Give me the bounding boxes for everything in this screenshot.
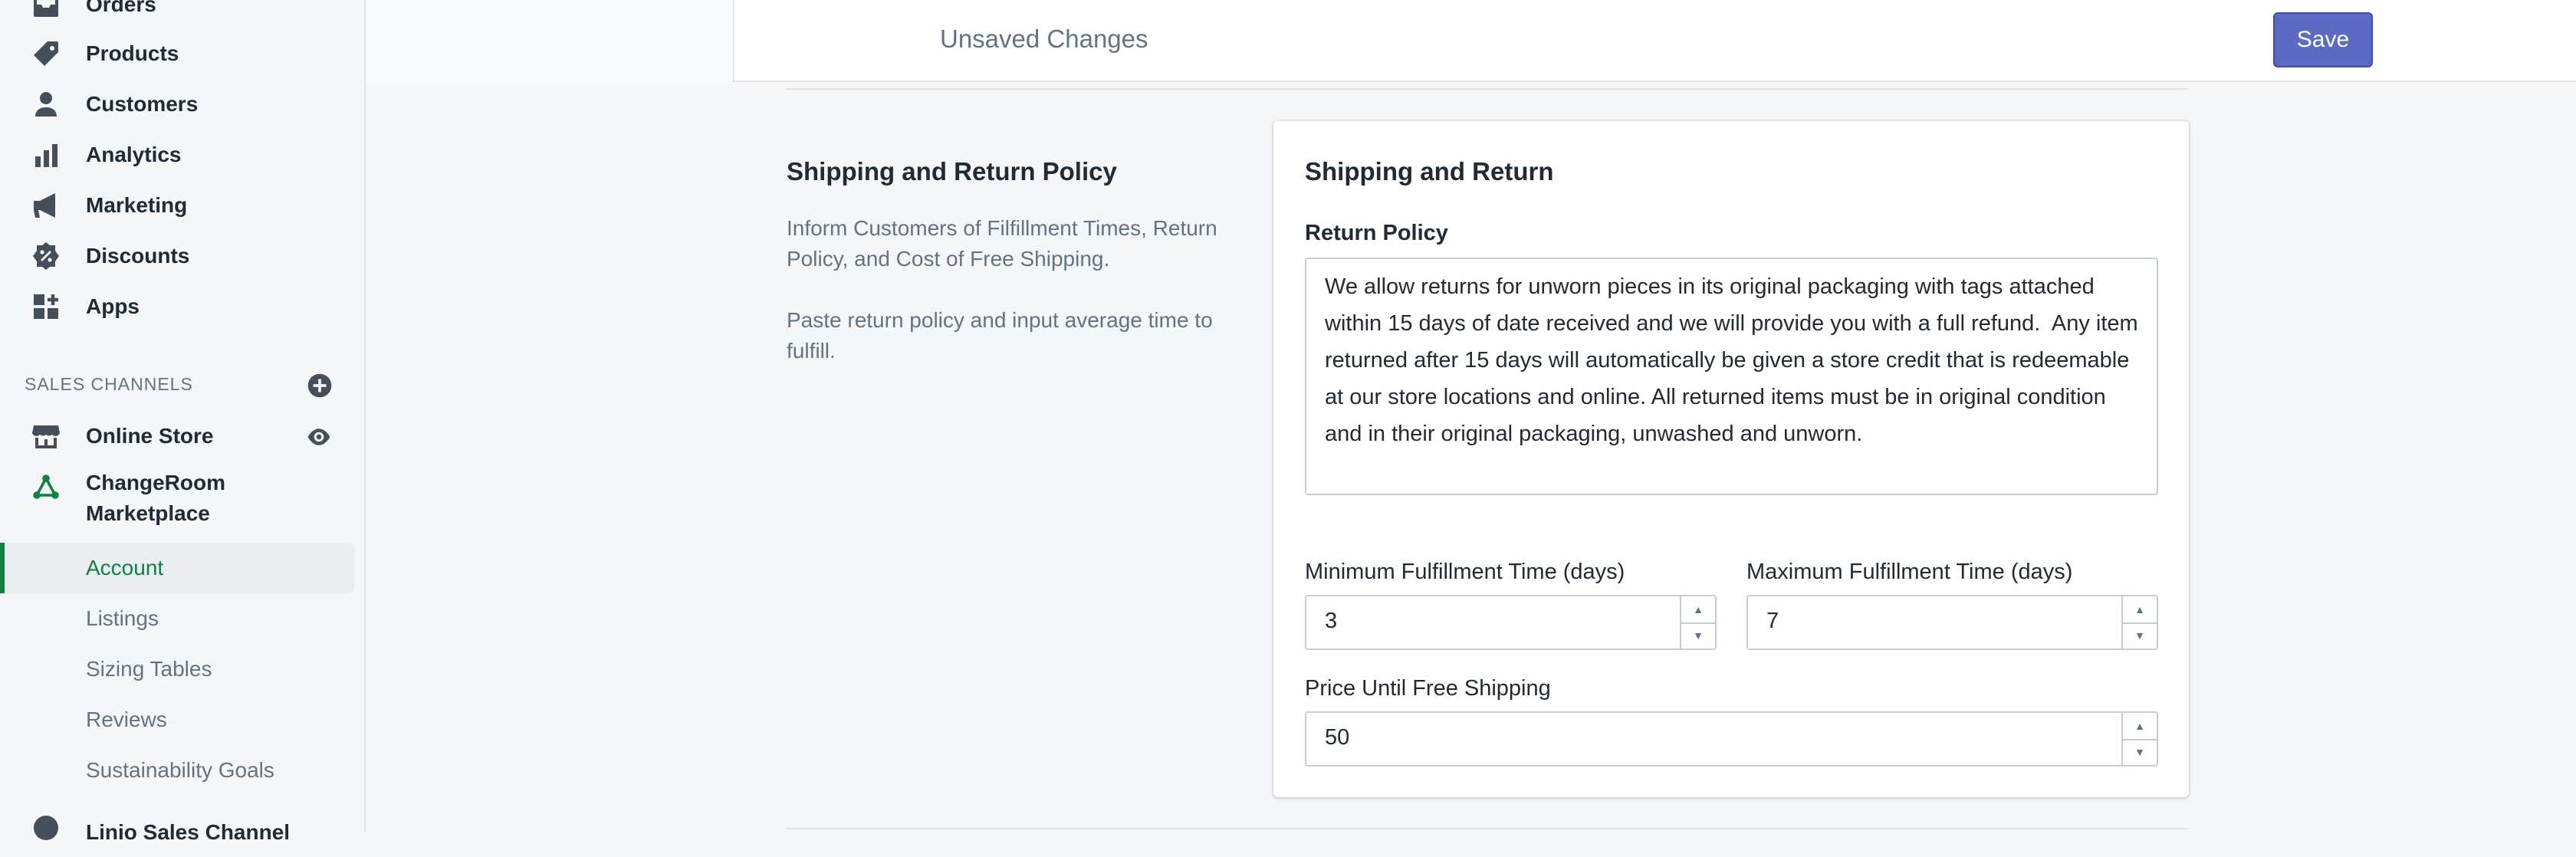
active-indicator bbox=[0, 543, 5, 593]
sidebar-subitem-label: Sizing Tables bbox=[86, 657, 212, 681]
orders-icon bbox=[29, 0, 63, 21]
sidebar-item-label: Customers bbox=[86, 92, 199, 116]
min-fulfillment-value: 3 bbox=[1325, 609, 1338, 633]
increment-icon[interactable]: ▲ bbox=[2123, 713, 2157, 740]
sidebar-item-customers[interactable]: Customers bbox=[0, 79, 354, 130]
sidebar-subitem-label: Reviews bbox=[86, 708, 167, 731]
sidebar-item-label: Apps bbox=[86, 294, 140, 318]
channel-icon bbox=[29, 811, 63, 845]
sidebar-item-linio-sales-channel[interactable]: Linio Sales Channel bbox=[0, 806, 354, 857]
sidebar-item-label: Marketplace bbox=[86, 501, 210, 525]
decrement-icon[interactable]: ▼ bbox=[2123, 739, 2157, 765]
sidebar-item-discounts[interactable]: Discounts bbox=[0, 231, 354, 281]
decrement-icon[interactable]: ▼ bbox=[1681, 622, 1715, 648]
number-stepper: ▲ ▼ bbox=[2121, 596, 2157, 648]
network-nodes-icon bbox=[29, 471, 63, 504]
sidebar-item-analytics[interactable]: Analytics bbox=[0, 130, 354, 180]
person-icon bbox=[29, 87, 63, 121]
sidebar-subitem-label: Sustainability Goals bbox=[86, 758, 274, 782]
number-stepper: ▲ ▼ bbox=[2121, 713, 2157, 765]
sidebar-item-label: Products bbox=[86, 41, 179, 65]
megaphone-icon bbox=[29, 189, 63, 222]
shipping-return-card: Shipping and Return Return Policy We all… bbox=[1273, 121, 2189, 797]
sidebar-item-marketing[interactable]: Marketing bbox=[0, 180, 354, 231]
decrement-icon[interactable]: ▼ bbox=[2123, 622, 2157, 648]
return-policy-label: Return Policy bbox=[1305, 221, 1448, 245]
sidebar: Orders Products Customers Analytics Mark… bbox=[0, 0, 366, 844]
description-paragraph: Inform Customers of Filfillment Times, R… bbox=[787, 216, 1217, 271]
sidebar-subitem-reviews[interactable]: Reviews bbox=[0, 694, 354, 745]
description-paragraph: Paste return policy and input average ti… bbox=[787, 308, 1213, 363]
sales-channels-heading: SALES CHANNELS bbox=[25, 374, 193, 394]
store-icon bbox=[29, 419, 63, 453]
sidebar-subitem-sustainability-goals[interactable]: Sustainability Goals bbox=[0, 745, 354, 796]
eye-icon[interactable] bbox=[305, 423, 333, 451]
sidebar-subitem-sizing-tables[interactable]: Sizing Tables bbox=[0, 644, 354, 694]
increment-icon[interactable]: ▲ bbox=[2123, 596, 2157, 624]
contextual-save-bar: Unsaved Changes Save bbox=[366, 0, 2576, 82]
sidebar-item-orders[interactable]: Orders bbox=[0, 0, 354, 30]
section-description: Inform Customers of Filfillment Times, R… bbox=[787, 213, 1224, 397]
increment-icon[interactable]: ▲ bbox=[1681, 596, 1715, 624]
sidebar-subitem-account[interactable]: Account bbox=[0, 543, 354, 593]
min-fulfillment-input[interactable]: 3 ▲ ▼ bbox=[1305, 595, 1717, 650]
add-channel-icon[interactable] bbox=[307, 373, 333, 399]
price-free-shipping-label: Price Until Free Shipping bbox=[1305, 676, 1551, 701]
unsaved-changes-label: Unsaved Changes bbox=[940, 25, 1148, 53]
sidebar-item-apps[interactable]: Apps bbox=[0, 281, 354, 332]
sidebar-item-label: ChangeRoom bbox=[86, 471, 225, 494]
number-stepper: ▲ ▼ bbox=[1680, 596, 1715, 648]
sidebar-subitem-listings[interactable]: Listings bbox=[0, 593, 354, 644]
bar-chart-icon bbox=[29, 138, 63, 172]
sidebar-item-online-store[interactable]: Online Store bbox=[0, 411, 354, 461]
discount-badge-icon bbox=[29, 239, 63, 273]
sidebar-item-label: Orders bbox=[86, 0, 156, 16]
sidebar-item-label: Marketing bbox=[86, 193, 188, 217]
topbar-logo-area bbox=[366, 0, 734, 82]
return-policy-textarea[interactable]: We allow returns for unworn pieces in it… bbox=[1305, 258, 2158, 495]
price-free-shipping-input[interactable]: 50 ▲ ▼ bbox=[1305, 711, 2158, 767]
apps-grid-icon bbox=[29, 290, 63, 323]
section-title: Shipping and Return Policy bbox=[787, 157, 1117, 186]
min-fulfillment-label: Minimum Fulfillment Time (days) bbox=[1305, 560, 1625, 584]
section-divider bbox=[786, 88, 2189, 90]
price-free-shipping-value: 50 bbox=[1325, 725, 1350, 750]
sidebar-item-label: Online Store bbox=[86, 424, 214, 448]
sidebar-item-label: Linio Sales Channel bbox=[86, 820, 291, 844]
tag-icon bbox=[29, 37, 63, 71]
max-fulfillment-label: Maximum Fulfillment Time (days) bbox=[1746, 560, 2073, 584]
save-button[interactable]: Save bbox=[2273, 12, 2373, 67]
sidebar-item-label: Analytics bbox=[86, 143, 182, 166]
card-title: Shipping and Return bbox=[1305, 157, 1554, 186]
sidebar-item-changeroom-marketplace[interactable]: ChangeRoom Marketplace bbox=[0, 468, 354, 529]
max-fulfillment-input[interactable]: 7 ▲ ▼ bbox=[1746, 595, 2158, 650]
sidebar-subitem-label: Account bbox=[86, 556, 164, 580]
section-divider bbox=[786, 828, 2189, 829]
sidebar-item-label: Discounts bbox=[86, 244, 190, 268]
max-fulfillment-value: 7 bbox=[1766, 609, 1779, 633]
sidebar-item-products[interactable]: Products bbox=[0, 28, 354, 79]
sidebar-subitem-label: Listings bbox=[86, 606, 159, 630]
